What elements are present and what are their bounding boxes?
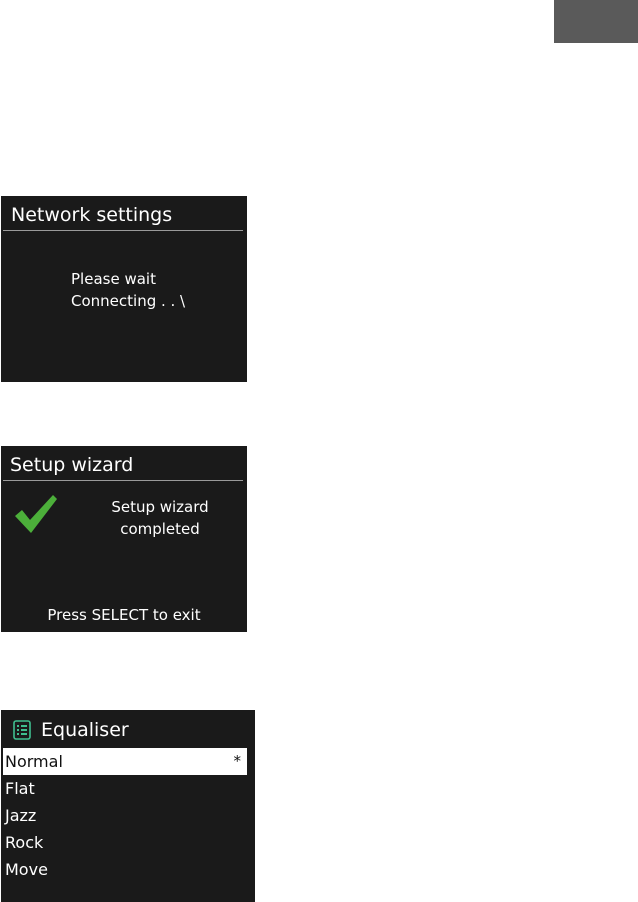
list-icon [13,720,31,740]
equaliser-screen: Equaliser Normal * Flat Jazz Rock Move [1,710,255,902]
title-divider [3,480,243,481]
list-item-label: Flat [5,779,35,798]
list-item-label: Move [5,860,48,879]
status-line-1: Please wait [71,270,156,288]
screen-title: Equaliser [41,719,129,741]
page-corner-tab [554,0,638,43]
status-line-2: Connecting . . \ [71,292,186,310]
list-item-label: Jazz [5,806,37,825]
completion-line-2: completed [120,520,200,538]
list-item-move[interactable]: Move [1,856,255,883]
connecting-message: Please wait Connecting . . \ [71,268,185,312]
list-item-rock[interactable]: Rock [1,829,255,856]
active-marker: * [233,752,242,770]
equaliser-list: Normal * Flat Jazz Rock Move [1,748,255,883]
title-divider [3,230,243,231]
screen-title: Network settings [11,204,173,226]
list-item-flat[interactable]: Flat [1,775,255,802]
screen-header: Equaliser [13,719,129,741]
list-item-label: Rock [5,833,44,852]
list-item-jazz[interactable]: Jazz [1,802,255,829]
completion-message: Setup wizard completed [91,496,229,540]
network-settings-screen: Network settings Please wait Connecting … [1,196,247,382]
check-icon [15,495,57,533]
screen-title: Setup wizard [10,454,134,476]
list-item-label: Normal [5,752,63,771]
list-item-normal[interactable]: Normal * [3,748,247,775]
setup-wizard-screen: Setup wizard Setup wizard completed Pres… [1,446,247,632]
exit-hint: Press SELECT to exit [47,606,201,624]
completion-line-1: Setup wizard [111,498,209,516]
